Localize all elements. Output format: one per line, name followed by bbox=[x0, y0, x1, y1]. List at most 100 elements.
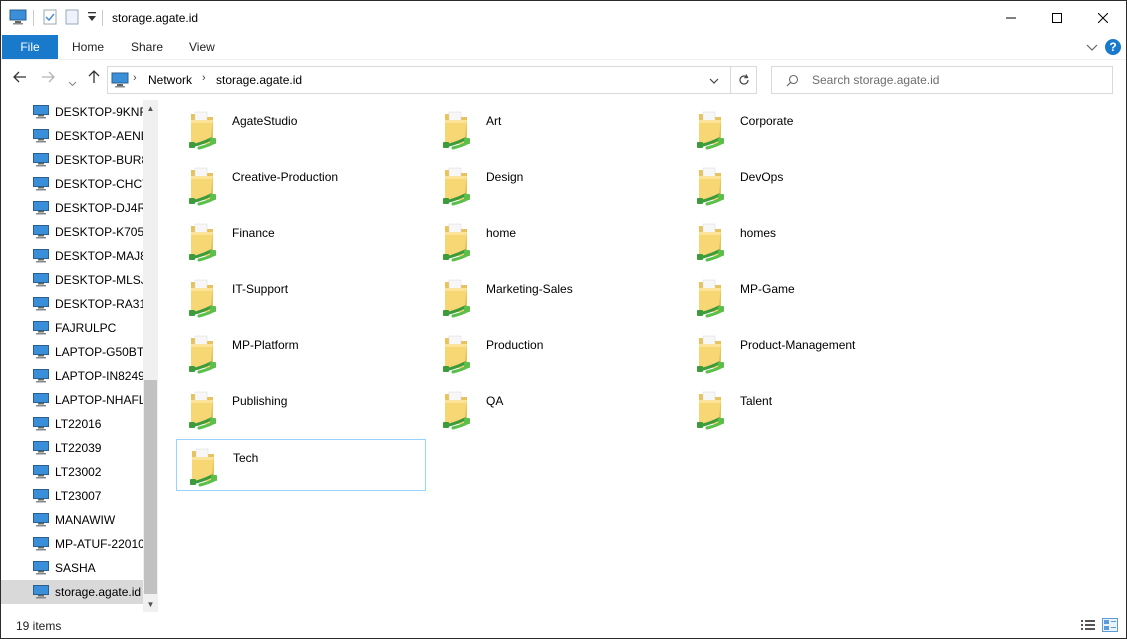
computer-icon bbox=[33, 321, 49, 338]
item-count: 19 items bbox=[16, 619, 62, 633]
nav-item[interactable]: LAPTOP-G50BTI2 bbox=[1, 340, 143, 364]
nav-item[interactable]: MANAWIW bbox=[1, 508, 143, 532]
computer-icon bbox=[33, 369, 49, 386]
ribbon-tabs: File Home Share View ? bbox=[1, 35, 1126, 59]
folder-item[interactable]: Production bbox=[430, 327, 680, 379]
computer-icon bbox=[33, 537, 49, 554]
title-bar: storage.agate.id bbox=[1, 1, 1126, 35]
folder-item[interactable]: homes bbox=[684, 215, 934, 267]
recent-locations-chevron-icon[interactable] bbox=[68, 74, 77, 90]
network-share-folder-icon bbox=[435, 220, 479, 267]
folder-item[interactable]: Tech bbox=[176, 439, 426, 491]
nav-scrollbar[interactable]: ▲ ▼ bbox=[143, 100, 158, 612]
nav-item[interactable]: DESKTOP-MAJ8E bbox=[1, 244, 143, 268]
nav-item[interactable]: DESKTOP-RA313 bbox=[1, 292, 143, 316]
tab-home[interactable]: Home bbox=[72, 35, 104, 59]
nav-item-label: MANAWIW bbox=[55, 513, 116, 527]
folder-item[interactable]: MP-Game bbox=[684, 271, 934, 323]
folder-item[interactable]: home bbox=[430, 215, 680, 267]
minimize-button[interactable] bbox=[988, 1, 1034, 35]
breadcrumb-network[interactable]: Network bbox=[148, 73, 192, 87]
folder-item[interactable]: QA bbox=[430, 383, 680, 435]
nav-item[interactable]: LT22039 bbox=[1, 436, 143, 460]
computer-icon bbox=[33, 345, 49, 362]
nav-item[interactable]: LT22016 bbox=[1, 412, 143, 436]
nav-item[interactable]: storage.agate.id bbox=[1, 580, 143, 604]
folder-item[interactable]: IT-Support bbox=[176, 271, 426, 323]
folder-name: Finance bbox=[232, 226, 275, 240]
nav-item[interactable]: DESKTOP-9KNF6 bbox=[1, 100, 143, 124]
folder-item[interactable]: Art bbox=[430, 103, 680, 155]
computer-icon bbox=[33, 561, 49, 578]
breadcrumb-chevron-icon[interactable]: › bbox=[133, 72, 137, 84]
toolbar-separator bbox=[102, 10, 103, 26]
customize-toolbar-dropdown-icon[interactable] bbox=[87, 11, 97, 26]
folder-name: Creative-Production bbox=[232, 170, 339, 184]
help-button[interactable]: ? bbox=[1105, 39, 1121, 55]
nav-item-label: LT23007 bbox=[55, 489, 102, 503]
status-bar: 19 items bbox=[1, 613, 1126, 638]
nav-item[interactable]: LAPTOP-IN8249J bbox=[1, 364, 143, 388]
folder-item[interactable]: Design bbox=[430, 159, 680, 211]
network-share-folder-icon bbox=[689, 220, 733, 267]
folder-name: Art bbox=[486, 114, 502, 128]
nav-item[interactable]: SASHA bbox=[1, 556, 143, 580]
computer-icon bbox=[33, 513, 49, 530]
tab-share[interactable]: Share bbox=[131, 35, 163, 59]
folder-item[interactable]: Creative-Production bbox=[176, 159, 426, 211]
folder-item[interactable]: Product-Management bbox=[684, 327, 934, 379]
folder-item[interactable]: Publishing bbox=[176, 383, 426, 435]
nav-item[interactable]: DESKTOP-MLSJIS bbox=[1, 268, 143, 292]
nav-item[interactable]: DESKTOP-K7055 bbox=[1, 220, 143, 244]
computer-icon bbox=[33, 129, 49, 146]
folder-name: Corporate bbox=[740, 114, 794, 128]
network-share-folder-icon bbox=[435, 388, 479, 435]
scroll-thumb[interactable] bbox=[144, 380, 157, 594]
folder-item[interactable]: Talent bbox=[684, 383, 934, 435]
details-view-icon[interactable] bbox=[1080, 618, 1096, 632]
close-button[interactable] bbox=[1080, 1, 1126, 35]
properties-icon[interactable] bbox=[42, 9, 58, 28]
network-share-folder-icon bbox=[181, 332, 225, 379]
computer-icon[interactable] bbox=[9, 9, 27, 28]
nav-item[interactable]: DESKTOP-CHCTI bbox=[1, 172, 143, 196]
scroll-down-arrow-icon[interactable]: ▼ bbox=[143, 596, 158, 612]
up-arrow-icon[interactable] bbox=[87, 70, 101, 87]
folder-item[interactable]: Corporate bbox=[684, 103, 934, 155]
folder-name: MP-Platform bbox=[232, 338, 299, 352]
tab-view[interactable]: View bbox=[189, 35, 215, 59]
address-bar[interactable]: › Network › storage.agate.id bbox=[107, 66, 731, 94]
nav-item[interactable]: FAJRULPC bbox=[1, 316, 143, 340]
scroll-up-arrow-icon[interactable]: ▲ bbox=[143, 100, 158, 116]
nav-item[interactable]: LT23007 bbox=[1, 484, 143, 508]
nav-item-label: LAPTOP-G50BTI2 bbox=[55, 345, 143, 359]
nav-item[interactable]: LAPTOP-NHAFL bbox=[1, 388, 143, 412]
folder-name: Production bbox=[486, 338, 544, 352]
folder-item[interactable]: AgateStudio bbox=[176, 103, 426, 155]
folder-item[interactable]: DevOps bbox=[684, 159, 934, 211]
folder-view: AgateStudio Art Corporate Creative-Producti… bbox=[161, 100, 1126, 612]
folder-item[interactable]: Finance bbox=[176, 215, 426, 267]
new-folder-icon[interactable] bbox=[65, 9, 79, 28]
folder-item[interactable]: Marketing-Sales bbox=[430, 271, 680, 323]
maximize-button[interactable] bbox=[1034, 1, 1080, 35]
large-icons-view-icon[interactable] bbox=[1102, 618, 1118, 632]
tab-file[interactable]: File bbox=[2, 35, 58, 59]
refresh-button[interactable] bbox=[731, 66, 757, 94]
search-input[interactable]: Search storage.agate.id bbox=[771, 66, 1113, 94]
breadcrumb-chevron-icon[interactable]: › bbox=[202, 72, 206, 84]
folder-item[interactable]: MP-Platform bbox=[176, 327, 426, 379]
nav-item[interactable]: DESKTOP-AENDI bbox=[1, 124, 143, 148]
forward-arrow-icon[interactable] bbox=[41, 70, 55, 87]
back-arrow-icon[interactable] bbox=[13, 70, 27, 87]
computer-icon bbox=[33, 417, 49, 434]
nav-item[interactable]: LT23002 bbox=[1, 460, 143, 484]
nav-item[interactable]: MP-ATUF-22010 bbox=[1, 532, 143, 556]
nav-item-label: FAJRULPC bbox=[55, 321, 117, 335]
expand-ribbon-chevron-icon[interactable] bbox=[1086, 41, 1098, 55]
nav-item[interactable]: DESKTOP-BUR83 bbox=[1, 148, 143, 172]
address-dropdown-icon[interactable] bbox=[709, 73, 719, 87]
network-share-folder-icon bbox=[181, 164, 225, 211]
breadcrumb-storage[interactable]: storage.agate.id bbox=[216, 73, 302, 87]
nav-item[interactable]: DESKTOP-DJ4RP bbox=[1, 196, 143, 220]
